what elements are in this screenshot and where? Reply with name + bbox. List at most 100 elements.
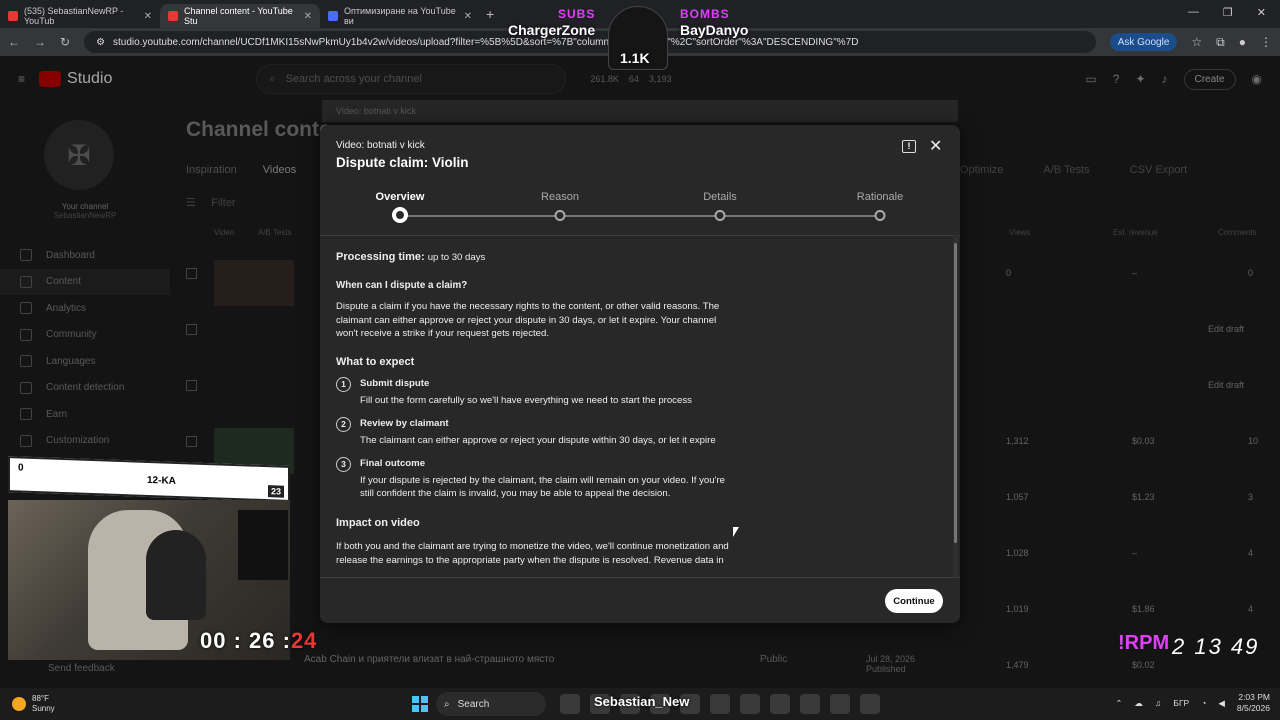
timer-main: 00 : 26 : — [200, 628, 291, 653]
volume-icon[interactable]: ◀ — [1218, 698, 1225, 709]
step-number: 3 — [336, 457, 351, 472]
divider — [320, 235, 960, 236]
cam-right-count: 23 — [267, 485, 284, 498]
forward-icon[interactable]: → — [34, 35, 46, 49]
close-tab-icon[interactable]: ✕ — [464, 11, 472, 22]
subs-name: ChargerZone — [508, 22, 596, 38]
weather-temp: 88°F — [32, 694, 49, 703]
step-dot-rationale — [874, 210, 886, 221]
dispute-claim-dialog: Video: botnati v kick Dispute claim: Vio… — [320, 125, 960, 623]
step-dot-reason — [554, 210, 566, 221]
youtube-favicon-icon — [8, 11, 18, 21]
dialog-video-label: Video: botnati v kick — [336, 140, 425, 151]
studio-favicon-icon — [168, 11, 178, 21]
weather-cond: Sunny — [32, 704, 55, 713]
close-icon[interactable]: ✕ — [929, 136, 942, 156]
stream-overlay-top: SUBS BOMBS ChargerZone BayDanyo 1.1K — [508, 6, 758, 70]
tab-title: Оптимизиране на YouTube ви — [344, 6, 456, 26]
taskbar-search-label: Search — [457, 698, 490, 710]
cam-title: 12-KA — [147, 474, 176, 487]
app-icon[interactable] — [770, 694, 790, 714]
site-info-icon[interactable]: ⚙ — [96, 37, 105, 48]
windows-start-icon[interactable] — [412, 696, 428, 712]
tab-youtube[interactable]: (535) SebastianNewRP - YouTub ✕ — [0, 4, 160, 28]
clock-time: 2:03 PM — [1238, 692, 1270, 702]
system-tray: ⌃ ☁ ♫ БГР ◔ ◀ 2:03 PM 8/5/2026 — [1115, 692, 1270, 714]
bombs-label: BOMBS — [680, 7, 730, 21]
expect-item: 1 Submit dispute Fill out the form careful… — [336, 377, 736, 407]
item-title: Submit dispute — [360, 378, 430, 389]
app-icon[interactable] — [560, 694, 580, 714]
item-desc: The claimant can either approve or rejec… — [360, 434, 716, 446]
app-icon[interactable] — [740, 694, 760, 714]
step-number: 1 — [336, 377, 351, 392]
app-icon[interactable] — [860, 694, 880, 714]
dialog-footer: Continue — [320, 577, 960, 623]
menu-icon[interactable]: ⋮ — [1260, 35, 1272, 49]
new-tab-icon[interactable]: + — [486, 6, 494, 22]
item-title: Review by claimant — [360, 418, 449, 429]
close-window-icon[interactable]: ✕ — [1257, 6, 1266, 19]
bookmark-star-icon[interactable]: ☆ — [1191, 35, 1202, 49]
stepper-track — [400, 215, 880, 217]
mic-icon[interactable]: ♫ — [1155, 698, 1161, 708]
expect-item: 2 Review by claimant The claimant can eith… — [336, 417, 736, 447]
item-title: Final outcome — [360, 458, 426, 469]
restore-icon[interactable]: ❐ — [1223, 6, 1233, 19]
dialog-title: Dispute claim: Violin — [336, 155, 469, 170]
taskbar-search[interactable]: ⌕ Search — [436, 692, 546, 716]
step-overview[interactable]: Overview — [376, 191, 425, 203]
profile-icon[interactable]: ● — [1239, 35, 1246, 49]
tab-title: (535) SebastianNewRP - YouTub — [24, 6, 124, 26]
back-icon[interactable]: ← — [8, 35, 20, 49]
scrollbar-thumb[interactable] — [954, 243, 957, 543]
item-desc: If your dispute is rejected by the claim… — [360, 474, 725, 500]
background-dialog-header: Video: botnati v kick — [322, 100, 958, 122]
extensions-icon[interactable]: ⧉ — [1216, 35, 1225, 50]
app-icon[interactable] — [800, 694, 820, 714]
language-indicator[interactable]: БГР — [1173, 698, 1189, 708]
continue-button[interactable]: Continue — [885, 589, 943, 613]
when-heading: When can I dispute a claim? — [336, 279, 468, 291]
weather-widget[interactable]: 88°F Sunny — [0, 694, 55, 714]
ask-google-button[interactable]: Ask Google — [1109, 33, 1178, 51]
window-controls: — ❐ ✕ — [1174, 0, 1280, 25]
gemini-favicon-icon — [328, 11, 338, 21]
clock[interactable]: 2:03 PM 8/5/2026 — [1237, 692, 1270, 714]
feedback-icon[interactable]: ! — [902, 140, 916, 153]
step-details[interactable]: Details — [703, 191, 737, 203]
stream-timer: 00 : 26 :24 — [200, 628, 317, 654]
stepper: Overview Reason Details Rationale — [320, 187, 960, 235]
overlay-count: 1.1K — [620, 50, 650, 66]
step-rationale[interactable]: Rationale — [857, 191, 903, 203]
rpm-values: 2 13 49 — [1172, 634, 1260, 659]
close-tab-icon[interactable]: ✕ — [304, 11, 312, 22]
step-reason[interactable]: Reason — [541, 191, 579, 203]
dialog-body: Processing time: up to 30 days When can … — [336, 251, 736, 567]
timer-seconds: 24 — [290, 628, 318, 653]
impact-heading: Impact on video — [336, 516, 420, 529]
minimize-icon[interactable]: — — [1188, 6, 1199, 19]
search-icon: ⌕ — [444, 698, 450, 710]
tray-chevron-icon[interactable]: ⌃ — [1115, 698, 1122, 709]
rpm-label: !RPM — [1118, 632, 1170, 654]
webcam-monitor — [238, 510, 288, 580]
network-icon[interactable]: ☁ — [1134, 698, 1143, 709]
clock-date: 8/5/2026 — [1236, 703, 1270, 713]
expect-item: 3 Final outcome If your dispute is rejecte… — [336, 457, 736, 501]
wifi-icon[interactable]: ◔ — [1201, 698, 1206, 708]
subs-label: SUBS — [558, 7, 596, 21]
sun-icon — [12, 697, 26, 711]
tab-optimize[interactable]: Оптимизиране на YouTube ви ✕ — [320, 4, 480, 28]
tab-studio[interactable]: Channel content - YouTube Stu ✕ — [160, 4, 320, 28]
reload-icon[interactable]: ↻ — [60, 35, 70, 49]
bombs-name: BayDanyo — [680, 22, 749, 38]
step-number: 2 — [336, 417, 351, 432]
app-icon[interactable] — [710, 694, 730, 714]
item-desc: Fill out the form carefully so we'll hav… — [360, 394, 692, 406]
tab-title: Channel content - YouTube Stu — [184, 6, 293, 26]
app-icon[interactable] — [830, 694, 850, 714]
close-tab-icon[interactable]: ✕ — [144, 11, 152, 22]
step-dot-details — [714, 210, 726, 221]
processing-label: Processing time: — [336, 251, 425, 263]
